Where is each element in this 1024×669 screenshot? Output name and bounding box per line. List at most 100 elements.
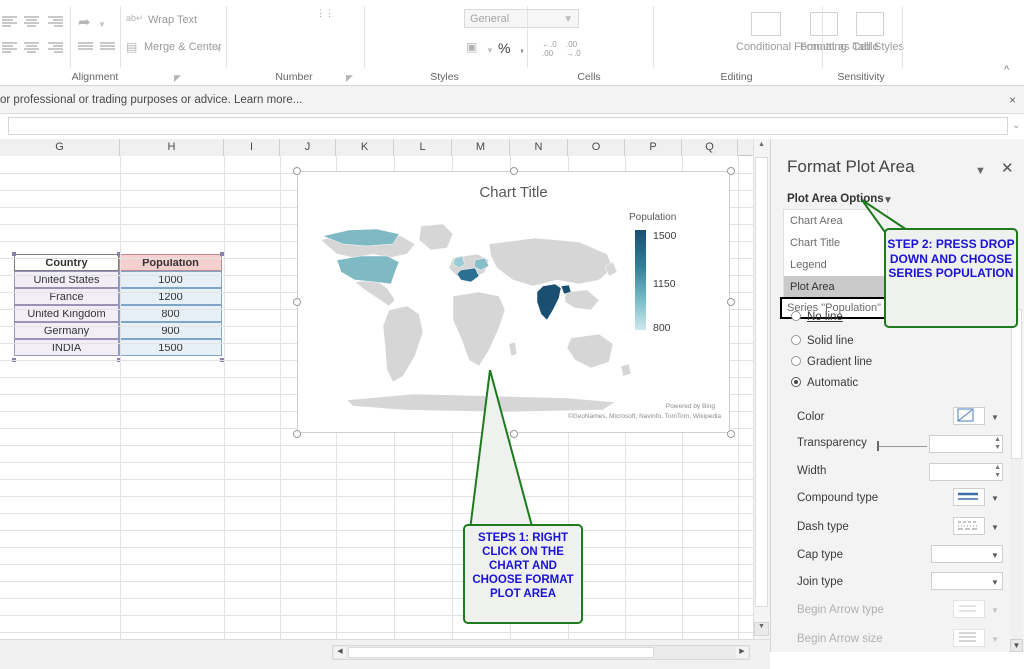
table-cell[interactable]: United Kingdom bbox=[14, 305, 119, 322]
table-cell[interactable]: 1500 bbox=[119, 339, 222, 356]
align-top-right-icon[interactable] bbox=[48, 16, 63, 27]
table-cell[interactable]: France bbox=[14, 288, 119, 305]
transparency-input[interactable] bbox=[929, 435, 1003, 453]
resize-handle-se[interactable] bbox=[727, 430, 735, 438]
pane-scrollbar-thumb[interactable] bbox=[1011, 309, 1022, 459]
pane-close-icon[interactable]: ✕ bbox=[1001, 159, 1014, 177]
width-input[interactable] bbox=[929, 463, 1003, 481]
resize-handle-nw[interactable] bbox=[293, 167, 301, 175]
orientation-chevron-down-icon[interactable]: ▼ bbox=[98, 20, 106, 29]
merge-center-icon[interactable]: ▤ bbox=[126, 40, 137, 54]
merge-center-chevron-down-icon[interactable]: ▼ bbox=[215, 45, 223, 54]
color-chevron-down-icon[interactable]: ▼ bbox=[991, 413, 999, 422]
dropdown-item-plot-area[interactable]: Plot Area bbox=[784, 276, 887, 298]
alignment-dialog-launcher[interactable]: ◤ bbox=[174, 73, 183, 83]
column-header-G[interactable]: G bbox=[0, 139, 120, 156]
table-row[interactable]: Germany 900 bbox=[14, 322, 222, 339]
sheet-tab-splitter[interactable]: ⋮⋮ bbox=[316, 8, 334, 19]
number-dialog-launcher[interactable]: ◤ bbox=[346, 73, 355, 83]
align-bottom-center-icon[interactable] bbox=[24, 42, 39, 53]
table-row[interactable]: United States 1000 bbox=[14, 271, 222, 288]
column-header-H[interactable]: H bbox=[120, 139, 224, 156]
radio-gradient-line[interactable]: Gradient line bbox=[791, 356, 872, 368]
cap-type-chevron-down-icon[interactable]: ▼ bbox=[991, 551, 999, 560]
collapse-ribbon-icon[interactable]: ^ bbox=[1004, 64, 1009, 76]
resize-handle-e[interactable] bbox=[727, 298, 735, 306]
chart-title[interactable]: Chart Title bbox=[298, 184, 729, 201]
table-cell[interactable]: United States bbox=[14, 271, 119, 288]
transparency-spinner[interactable]: ▲ ▼ bbox=[994, 436, 1001, 452]
width-spinner[interactable]: ▲ ▼ bbox=[994, 464, 1001, 480]
table-cell[interactable]: 1200 bbox=[119, 288, 222, 305]
table-cell[interactable]: 1000 bbox=[119, 271, 222, 288]
radio-solid-line-icon[interactable] bbox=[791, 335, 801, 345]
legend-title: Population bbox=[629, 212, 677, 223]
resize-handle-n[interactable] bbox=[510, 167, 518, 175]
wrap-text-icon[interactable]: ab↵ bbox=[126, 13, 144, 24]
color-picker-button[interactable] bbox=[953, 407, 985, 425]
column-header-N[interactable]: N bbox=[510, 139, 568, 156]
resize-handle-ne[interactable] bbox=[727, 167, 735, 175]
pane-menu-chevron-down-icon[interactable]: ▼ bbox=[975, 165, 986, 177]
resize-handle-sw[interactable] bbox=[293, 430, 301, 438]
column-header-J[interactable]: J bbox=[280, 139, 336, 156]
table-row[interactable]: France 1200 bbox=[14, 288, 222, 305]
align-top-left-icon[interactable] bbox=[2, 16, 17, 27]
scroll-up-button[interactable]: ▲ bbox=[754, 141, 769, 155]
column-header-M[interactable]: M bbox=[452, 139, 510, 156]
table-cell[interactable]: 800 bbox=[119, 305, 222, 322]
column-header-K[interactable]: K bbox=[336, 139, 394, 156]
radio-gradient-line-icon[interactable] bbox=[791, 356, 801, 366]
formula-bar-expand-icon[interactable]: ⌄ bbox=[1012, 120, 1020, 131]
transparency-slider-track[interactable] bbox=[879, 446, 927, 447]
compound-type-button[interactable] bbox=[953, 488, 985, 506]
dropdown-item-legend[interactable]: Legend bbox=[784, 254, 887, 276]
radio-no-line-icon[interactable] bbox=[791, 311, 801, 321]
radio-no-line[interactable]: No line bbox=[791, 311, 843, 323]
scroll-left-button[interactable]: ◀ bbox=[334, 647, 346, 658]
column-header-I[interactable]: I bbox=[224, 139, 280, 156]
decrease-indent-icon[interactable] bbox=[78, 42, 93, 53]
align-bottom-right-icon[interactable] bbox=[48, 42, 63, 53]
increase-indent-icon[interactable] bbox=[100, 42, 115, 53]
horizontal-scrollbar-thumb[interactable] bbox=[348, 647, 654, 658]
gridline-vertical bbox=[738, 156, 739, 639]
table-row[interactable]: INDIA 1500 bbox=[14, 339, 222, 356]
table-header-cell[interactable]: Population bbox=[119, 254, 222, 271]
merge-center-button[interactable]: Merge & Center bbox=[144, 41, 222, 53]
formula-input[interactable] bbox=[8, 117, 1008, 135]
transparency-slider-handle[interactable] bbox=[877, 441, 879, 451]
pane-scroll-down-button[interactable]: ▼ bbox=[1010, 639, 1023, 652]
align-top-center-icon[interactable] bbox=[24, 16, 39, 27]
resize-handle-w[interactable] bbox=[293, 298, 301, 306]
radio-automatic[interactable]: Automatic bbox=[791, 377, 858, 389]
table-cell[interactable]: INDIA bbox=[14, 339, 119, 356]
message-bar-close-icon[interactable]: × bbox=[1009, 93, 1016, 107]
dash-type-chevron-down-icon[interactable]: ▼ bbox=[991, 523, 999, 532]
table-header-cell[interactable]: Country bbox=[14, 254, 119, 271]
table-row[interactable]: United Kingdom 800 bbox=[14, 305, 222, 322]
table-cell[interactable]: Germany bbox=[14, 322, 119, 339]
orientation-icon[interactable]: ➦ bbox=[78, 13, 91, 31]
vertical-scrollbar-thumb[interactable] bbox=[755, 157, 768, 607]
column-header-O[interactable]: O bbox=[568, 139, 625, 156]
ribbon-group-label-alignment: Alignment bbox=[71, 71, 119, 83]
dash-type-button[interactable] bbox=[953, 517, 985, 535]
wrap-text-button[interactable]: Wrap Text bbox=[148, 14, 197, 26]
join-type-chevron-down-icon[interactable]: ▼ bbox=[991, 578, 999, 587]
radio-solid-line[interactable]: Solid line bbox=[791, 335, 854, 347]
column-header-L[interactable]: L bbox=[394, 139, 452, 156]
align-bottom-left-icon[interactable] bbox=[2, 42, 17, 53]
selection-handle[interactable] bbox=[12, 252, 16, 256]
data-table[interactable]: Country Population United States 1000 France… bbox=[12, 252, 224, 362]
scroll-down-button[interactable]: ▼ bbox=[754, 622, 769, 636]
chart-legend[interactable]: Population 1500 1150 800 bbox=[627, 212, 697, 334]
column-header-Q[interactable]: Q bbox=[682, 139, 738, 156]
radio-automatic-icon[interactable] bbox=[791, 377, 801, 387]
compound-type-chevron-down-icon[interactable]: ▼ bbox=[991, 494, 999, 503]
field-cap-type-label: Cap type bbox=[797, 549, 844, 561]
table-cell[interactable]: 900 bbox=[119, 322, 222, 339]
column-header-P[interactable]: P bbox=[625, 139, 682, 156]
scroll-right-button[interactable]: ▶ bbox=[736, 647, 748, 658]
gridline-horizontal bbox=[0, 445, 770, 446]
